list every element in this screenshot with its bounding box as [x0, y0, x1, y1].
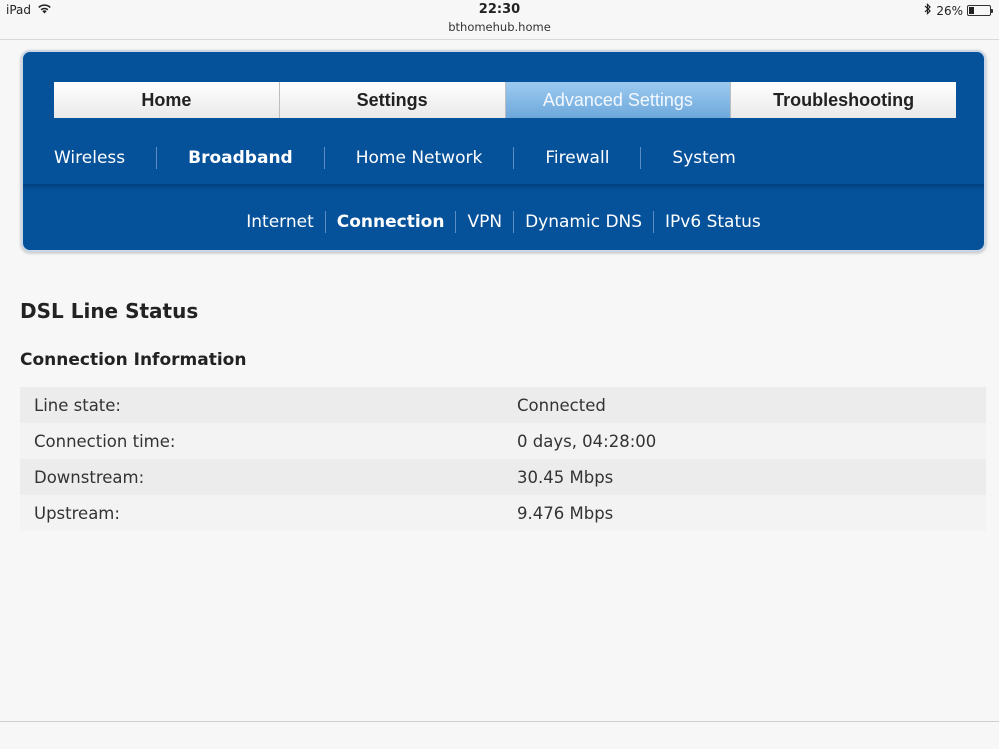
- subsubnav-vpn[interactable]: VPN: [456, 211, 515, 233]
- subnav-broadband[interactable]: Broadband: [157, 147, 325, 169]
- tab-advanced-settings[interactable]: Advanced Settings: [505, 82, 732, 118]
- tab-settings[interactable]: Settings: [279, 82, 506, 118]
- main-tabs: Home Settings Advanced Settings Troubles…: [54, 82, 956, 118]
- sub-nav: Wireless Broadband Home Network Firewall…: [23, 132, 984, 184]
- clock: 22:30: [478, 2, 521, 17]
- subnav-wireless[interactable]: Wireless: [23, 147, 158, 169]
- section-title: Connection Information: [20, 350, 247, 370]
- sub-sub-nav: Internet Connection VPN Dynamic DNS IPv6…: [23, 202, 984, 242]
- row-label: Line state:: [34, 395, 121, 415]
- row-label: Downstream:: [34, 467, 145, 487]
- row-value: 9.476 Mbps: [517, 503, 614, 523]
- tab-home[interactable]: Home: [54, 82, 280, 118]
- status-right: 26%: [924, 3, 993, 18]
- bluetooth-icon: [924, 3, 932, 18]
- tab-troubleshooting[interactable]: Troubleshooting: [731, 82, 956, 118]
- bottom-divider: [0, 721, 999, 722]
- battery-percent: 26%: [936, 3, 963, 18]
- table-row: Upstream: 9.476 Mbps: [20, 495, 986, 531]
- row-value: 0 days, 04:28:00: [517, 431, 657, 451]
- subsubnav-internet[interactable]: Internet: [235, 211, 326, 233]
- subsubnav-connection[interactable]: Connection: [326, 211, 457, 233]
- subsubnav-ipv6-status[interactable]: IPv6 Status: [654, 211, 772, 233]
- subnav-home-network[interactable]: Home Network: [325, 147, 515, 169]
- row-value: Connected: [517, 395, 606, 415]
- row-label: Upstream:: [34, 503, 120, 523]
- row-label: Connection time:: [34, 431, 176, 451]
- table-row: Downstream: 30.45 Mbps: [20, 459, 986, 495]
- table-row: Line state: Connected: [20, 387, 986, 423]
- battery-fill: [969, 7, 975, 14]
- address-bar-url[interactable]: bthomehub.home: [0, 20, 999, 34]
- battery-icon: [967, 5, 993, 16]
- subnav-system[interactable]: System: [641, 147, 766, 169]
- page-title: DSL Line Status: [20, 299, 199, 323]
- table-row: Connection time: 0 days, 04:28:00: [20, 423, 986, 459]
- status-bar: iPad 22:30 bthomehub.home 26%: [0, 0, 999, 40]
- router-nav-panel: Home Settings Advanced Settings Troubles…: [21, 50, 986, 252]
- connection-info-table: Line state: Connected Connection time: 0…: [20, 387, 986, 531]
- subsubnav-dynamic-dns[interactable]: Dynamic DNS: [514, 211, 655, 233]
- nav-divider: [23, 184, 984, 190]
- subnav-firewall[interactable]: Firewall: [514, 147, 642, 169]
- row-value: 30.45 Mbps: [517, 467, 614, 487]
